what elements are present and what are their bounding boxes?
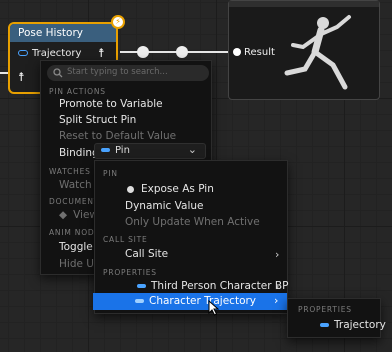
pose-input-pin-icon[interactable]: ☨ xyxy=(18,70,25,84)
properties-header-2: PROPERTIES xyxy=(298,305,352,314)
mouse-cursor-icon xyxy=(208,300,220,316)
doc-icon: ◆ xyxy=(59,209,68,221)
split-struct-pin-item[interactable]: Split Struct Pin xyxy=(59,114,136,126)
trajectory-pin-label: Trajectory xyxy=(32,48,82,59)
pin-header: PIN xyxy=(103,169,118,178)
character-trajectory-item[interactable]: Character Trajectory › xyxy=(93,293,287,310)
character-trajectory-label: Character Trajectory xyxy=(149,295,257,307)
view-docs-item[interactable]: ◆ View xyxy=(59,209,98,221)
trajectory-item-label: Trajectory xyxy=(334,319,386,331)
binding-value-label: Pin xyxy=(115,145,130,156)
radio-selected-icon xyxy=(127,186,134,193)
trajectory-submenu: PROPERTIES Trajectory xyxy=(287,298,386,338)
pin-type-icon xyxy=(101,148,110,152)
expose-as-pin-item[interactable]: Expose As Pin xyxy=(141,183,214,195)
documentation-header: DOCUMENT xyxy=(49,197,100,206)
reset-default-item[interactable]: Reset to Default Value xyxy=(59,130,176,142)
wire-reroute-dot[interactable] xyxy=(137,46,149,58)
search-placeholder: Start typing to search... xyxy=(67,67,168,77)
input-wire xyxy=(0,72,8,74)
trajectory-pin[interactable]: Trajectory xyxy=(18,48,81,59)
only-update-item[interactable]: Only Update When Active xyxy=(125,216,260,228)
properties-header: PROPERTIES xyxy=(103,268,157,277)
search-icon xyxy=(53,68,63,78)
trajectory-item[interactable]: Trajectory xyxy=(320,319,386,331)
chevron-right-icon-2: › xyxy=(275,280,280,293)
node-title: Pose History xyxy=(10,24,116,42)
struct-pin-icon xyxy=(18,50,28,56)
pin-actions-header: PIN ACTIONS xyxy=(49,87,106,96)
object-pin-icon xyxy=(137,284,146,288)
dynamic-value-item[interactable]: Dynamic Value xyxy=(125,200,203,212)
struct-pin-icon-3 xyxy=(320,323,329,327)
promote-to-variable-item[interactable]: Promote to Variable xyxy=(59,98,163,110)
binding-dropdown[interactable]: Pin ⌄ xyxy=(94,143,206,159)
call-site-item[interactable]: Call Site xyxy=(125,248,168,260)
chevron-right-icon-3: › xyxy=(274,294,279,307)
third-person-item[interactable]: Third Person Character BP xyxy=(137,280,288,292)
anim-node-header: ANIM NODE xyxy=(49,228,101,237)
pose-pin-icon[interactable]: ☨ xyxy=(98,46,105,60)
third-person-label: Third Person Character BP xyxy=(151,280,289,292)
result-pin-icon[interactable] xyxy=(233,48,241,56)
result-pin-row: Result xyxy=(244,47,275,58)
menu-search-input[interactable]: Start typing to search... xyxy=(47,65,209,81)
binding-submenu: PIN Expose As Pin Dynamic Value Only Upd… xyxy=(94,160,288,314)
struct-pin-icon-2 xyxy=(135,299,144,303)
result-label: Result xyxy=(244,47,275,58)
binding-value: Pin xyxy=(101,145,130,156)
binding-label: Binding xyxy=(59,147,99,159)
chevron-right-icon: › xyxy=(275,248,280,261)
call-site-header: CALL SITE xyxy=(103,235,148,244)
watches-header: WATCHES xyxy=(49,167,91,176)
wire-reroute-dot-2[interactable] xyxy=(176,46,188,58)
chevron-down-icon: ⌄ xyxy=(187,143,197,156)
fast-path-icon: ⚡ xyxy=(111,15,125,29)
character-trajectory-row: Character Trajectory xyxy=(135,295,256,307)
